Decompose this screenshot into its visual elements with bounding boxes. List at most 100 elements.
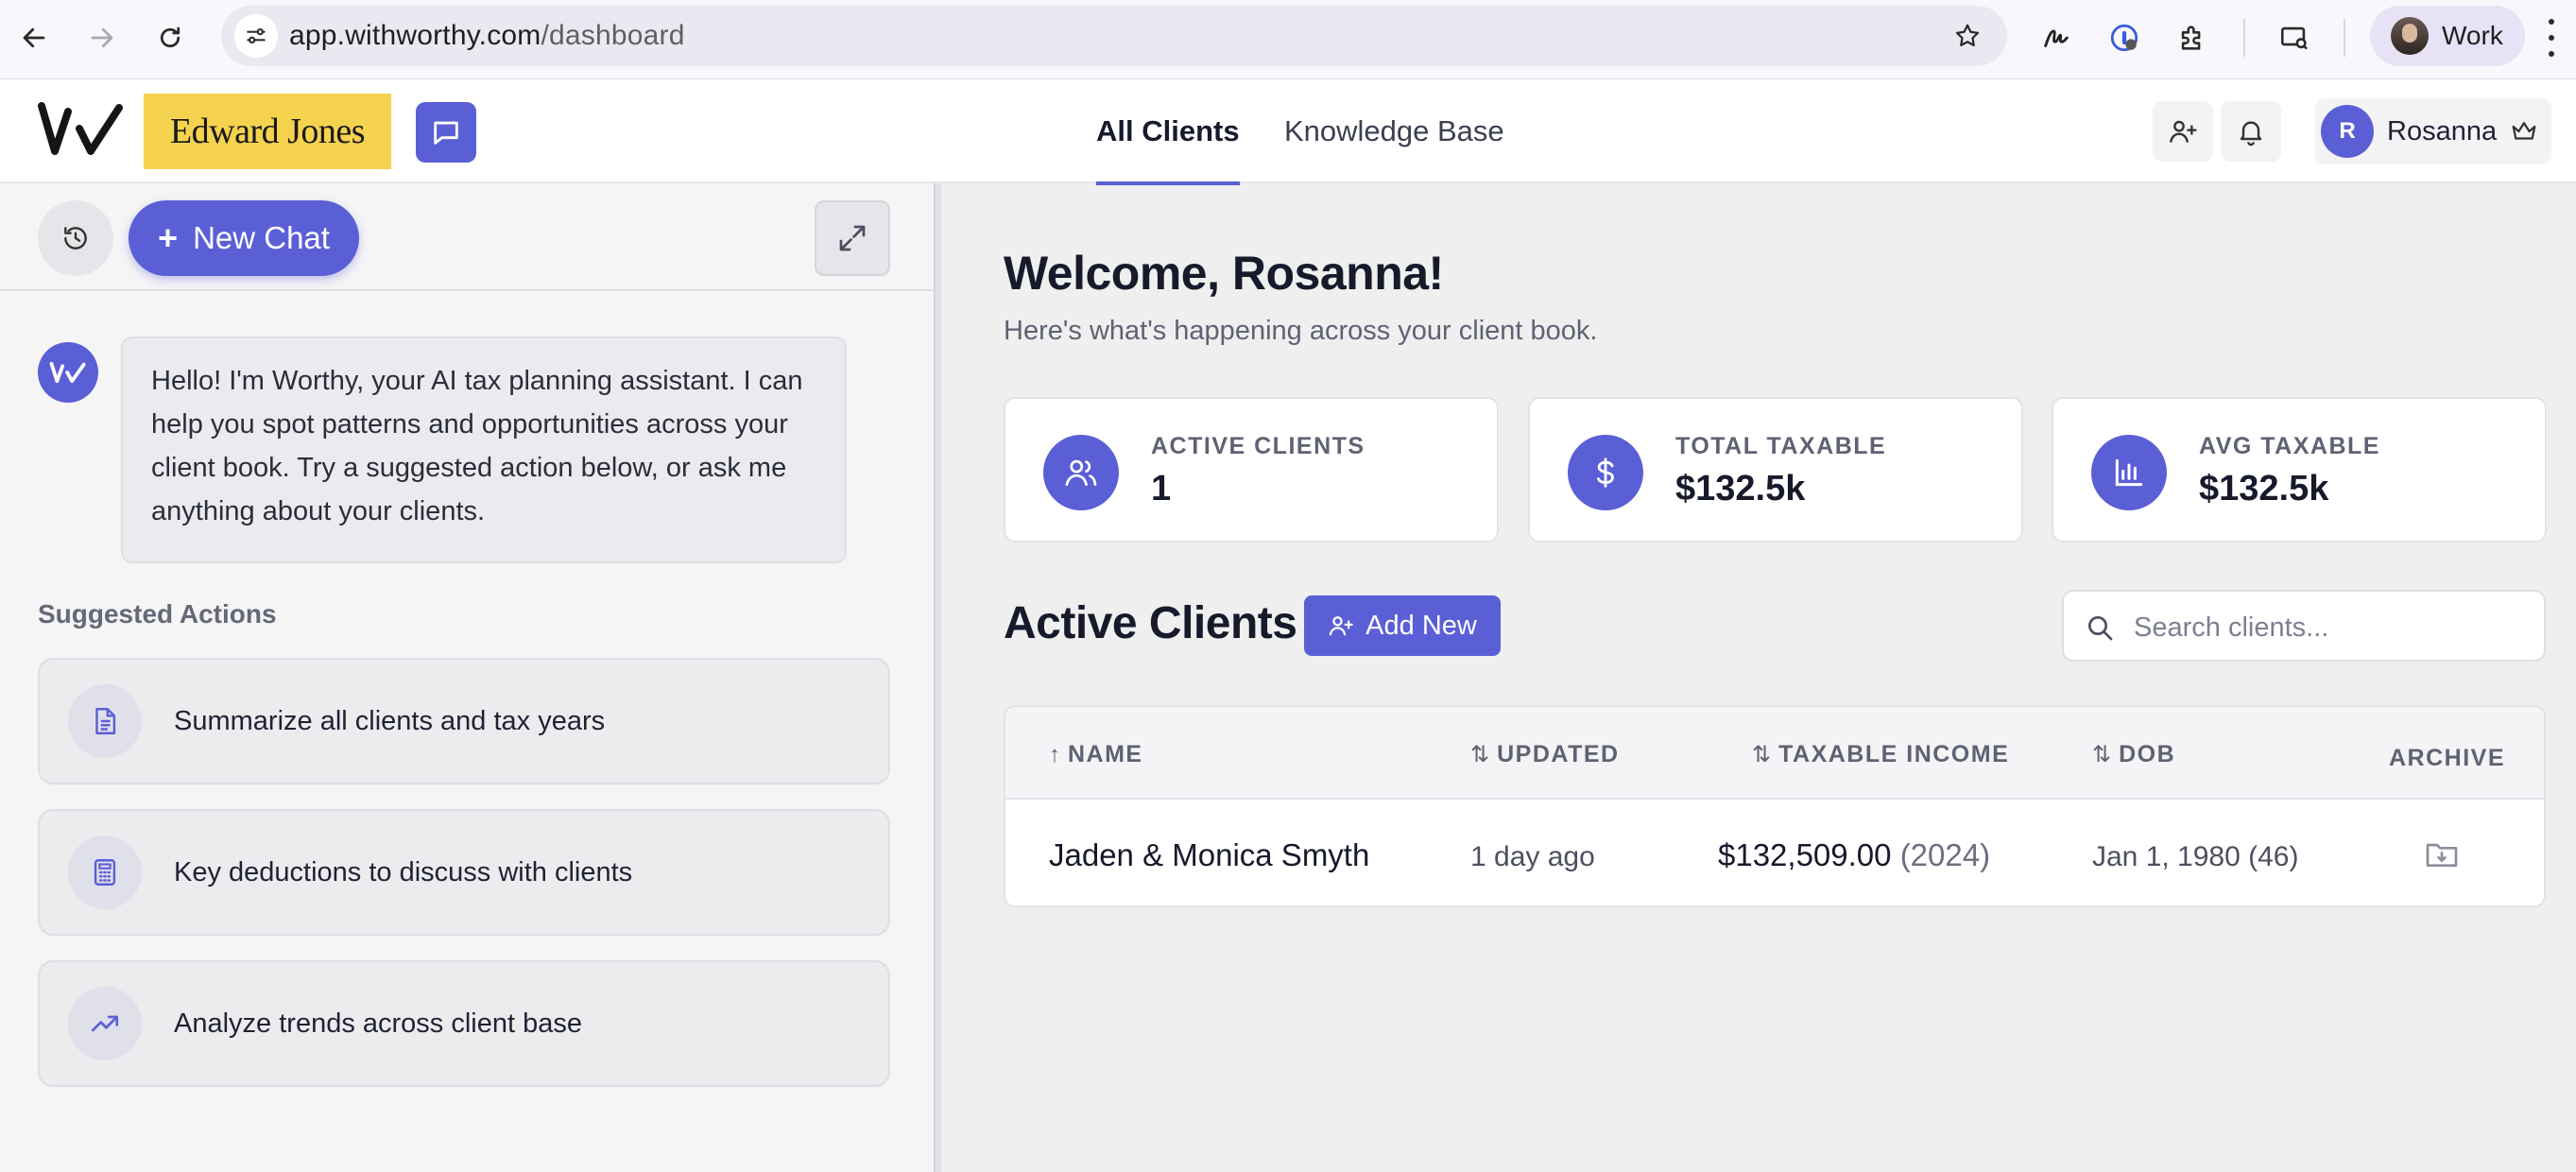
column-label: DOB bbox=[2119, 741, 2176, 767]
tab-label: All Clients bbox=[1096, 114, 1240, 147]
extension-password-icon[interactable] bbox=[2100, 13, 2149, 62]
arrow-right-icon bbox=[91, 27, 113, 48]
suggestion-deductions[interactable]: Key deductions to discuss with clients bbox=[38, 809, 890, 936]
client-dob: Jan 1, 1980 (46) bbox=[2092, 841, 2299, 872]
user-avatar: R bbox=[2321, 105, 2374, 158]
plus-icon: + bbox=[158, 218, 179, 257]
bar-chart-icon bbox=[2091, 435, 2167, 510]
stat-value: $132.5k bbox=[1675, 469, 1806, 508]
tab-all-clients[interactable]: All Clients bbox=[1096, 79, 1240, 185]
suggestion-label: Analyze trends across client base bbox=[174, 1008, 582, 1039]
worthy-logo-icon bbox=[49, 361, 86, 384]
suggested-actions-title: Suggested Actions bbox=[38, 599, 277, 629]
clients-table: ↑ NAME ⇅ UPDATED ⇅ TAXABLE INCOME ⇅ DOB … bbox=[1004, 705, 2546, 907]
url-host: app.withworthy.com bbox=[289, 20, 541, 51]
trending-up-icon bbox=[68, 987, 142, 1060]
active-clients-heading: Active Clients bbox=[1004, 598, 1297, 648]
panel-resize-handle[interactable] bbox=[934, 183, 941, 1172]
expand-icon bbox=[839, 225, 866, 251]
welcome-heading: Welcome, Rosanna! bbox=[1004, 247, 1444, 300]
assistant-message: Hello! I'm Worthy, your AI tax planning … bbox=[121, 336, 847, 563]
add-new-label: Add New bbox=[1365, 610, 1477, 641]
chat-toolbar: + New Chat bbox=[0, 183, 934, 291]
suggestion-label: Summarize all clients and tax years bbox=[174, 705, 606, 736]
notifications-button[interactable] bbox=[2221, 101, 2281, 162]
expand-chat-button[interactable] bbox=[815, 200, 890, 276]
bell-icon bbox=[2240, 121, 2262, 146]
tab-label: Knowledge Base bbox=[1284, 114, 1504, 147]
browser-menu-icon[interactable] bbox=[2546, 19, 2557, 57]
client-search-input[interactable]: Search clients... bbox=[2062, 590, 2546, 662]
invite-user-button[interactable] bbox=[2153, 101, 2213, 162]
welcome-subtitle: Here's what's happening across your clie… bbox=[1004, 316, 1598, 346]
back-button[interactable] bbox=[9, 13, 59, 62]
calculator-icon bbox=[68, 836, 142, 909]
users-icon bbox=[1043, 435, 1119, 510]
archive-folder-icon[interactable] bbox=[2423, 836, 2461, 873]
column-header-taxable-income[interactable]: ⇅ TAXABLE INCOME bbox=[1752, 741, 2009, 768]
worthy-logo[interactable] bbox=[36, 100, 127, 157]
profile-button[interactable]: Work bbox=[2370, 6, 2525, 66]
column-header-name[interactable]: ↑ NAME bbox=[1049, 741, 1143, 768]
income-amount: $132,509.00 bbox=[1718, 837, 1892, 872]
user-plus-icon bbox=[2170, 120, 2197, 143]
suggestion-label: Key deductions to discuss with clients bbox=[174, 856, 633, 888]
profile-label: Work bbox=[2442, 21, 2503, 50]
income-year: (2024) bbox=[1899, 837, 1991, 872]
table-header: ↑ NAME ⇅ UPDATED ⇅ TAXABLE INCOME ⇅ DOB … bbox=[1005, 707, 2544, 800]
history-icon bbox=[64, 227, 87, 250]
stat-label: AVG TAXABLE bbox=[2199, 433, 2380, 459]
brand-logo: Edward Jones bbox=[144, 94, 391, 169]
search-placeholder: Search clients... bbox=[2134, 612, 2329, 643]
stat-card-avg-taxable: AVG TAXABLE $132.5k bbox=[2052, 397, 2547, 543]
arrow-left-icon bbox=[23, 27, 45, 48]
column-label: TAXABLE INCOME bbox=[1778, 741, 2010, 767]
dollar-icon bbox=[1568, 435, 1643, 510]
stat-card-active-clients: ACTIVE CLIENTS 1 bbox=[1004, 397, 1499, 543]
column-label: NAME bbox=[1068, 741, 1143, 767]
reading-list-icon[interactable] bbox=[2270, 13, 2319, 62]
column-header-archive: ARCHIVE bbox=[2389, 745, 2505, 772]
sort-icon: ⇅ bbox=[2092, 742, 2112, 767]
chat-panel: + New Chat Hello! I'm Worthy, your AI ta… bbox=[0, 183, 934, 1172]
new-chat-button[interactable]: + New Chat bbox=[129, 200, 359, 276]
site-settings-icon[interactable] bbox=[234, 14, 278, 58]
user-name: Rosanna bbox=[2387, 115, 2498, 146]
column-header-updated[interactable]: ⇅ UPDATED bbox=[1470, 741, 1620, 768]
crown-icon bbox=[2512, 122, 2536, 140]
column-label: UPDATED bbox=[1497, 741, 1620, 767]
reload-button[interactable] bbox=[146, 13, 195, 62]
column-header-dob[interactable]: ⇅ DOB bbox=[2092, 741, 2175, 768]
add-new-client-button[interactable]: Add New bbox=[1304, 595, 1501, 656]
sort-ascending-icon: ↑ bbox=[1049, 741, 1060, 767]
stat-label: ACTIVE CLIENTS bbox=[1151, 433, 1365, 459]
bookmark-star-icon[interactable] bbox=[1949, 17, 1986, 55]
column-label: ARCHIVE bbox=[2389, 745, 2506, 771]
forward-button[interactable] bbox=[77, 13, 127, 62]
extension-signature-icon[interactable] bbox=[2032, 13, 2081, 62]
browser-toolbar: app.withworthy.com/dashboard Work bbox=[0, 0, 2576, 79]
extensions-puzzle-icon[interactable] bbox=[2168, 13, 2217, 62]
search-icon bbox=[2088, 616, 2113, 641]
chat-toggle-button[interactable] bbox=[416, 102, 476, 163]
url-path: /dashboard bbox=[541, 20, 685, 51]
user-menu-button[interactable]: R Rosanna bbox=[2315, 98, 2551, 164]
message-icon bbox=[434, 121, 458, 145]
client-name[interactable]: Jaden & Monica Smyth bbox=[1049, 837, 1369, 873]
user-plus-icon bbox=[1329, 616, 1353, 636]
sort-icon: ⇅ bbox=[1752, 742, 1772, 767]
stat-value: $132.5k bbox=[2199, 469, 2329, 508]
client-updated: 1 day ago bbox=[1470, 841, 1595, 872]
tab-knowledge-base[interactable]: Knowledge Base bbox=[1284, 79, 1504, 183]
reload-icon bbox=[160, 26, 180, 48]
suggestion-summarize[interactable]: Summarize all clients and tax years bbox=[38, 658, 890, 784]
client-taxable-income: $132,509.00 (2024) bbox=[1718, 837, 1990, 873]
address-bar[interactable]: app.withworthy.com/dashboard bbox=[221, 6, 2007, 66]
chat-history-button[interactable] bbox=[38, 200, 113, 276]
document-icon bbox=[68, 684, 142, 758]
app-header: Edward Jones All Clients Knowledge Base … bbox=[0, 79, 2576, 185]
sort-icon: ⇅ bbox=[1470, 742, 1490, 767]
new-chat-label: New Chat bbox=[193, 220, 330, 255]
suggestion-trends[interactable]: Analyze trends across client base bbox=[38, 960, 890, 1087]
stat-value: 1 bbox=[1151, 469, 1172, 508]
